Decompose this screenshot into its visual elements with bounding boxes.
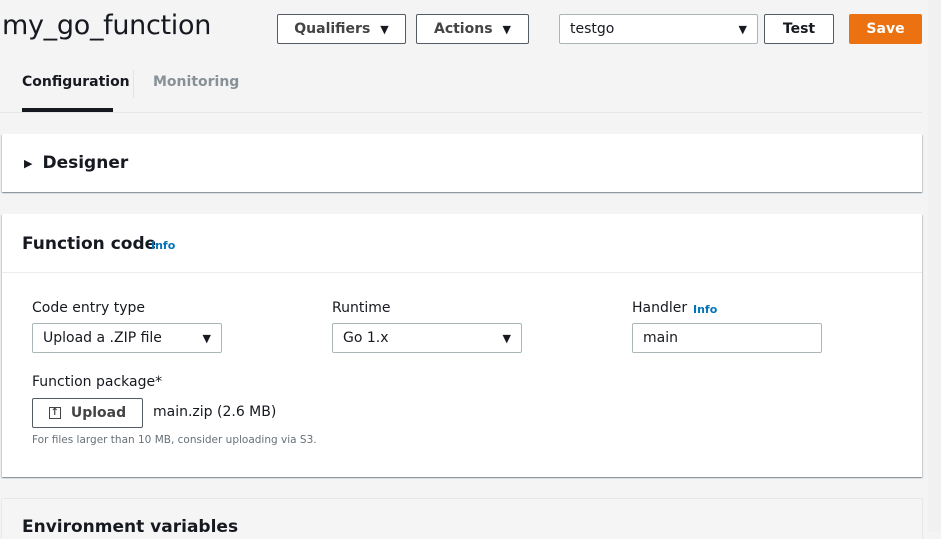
handler-info-link[interactable]: Info [693, 303, 717, 316]
qualifiers-label: Qualifiers [294, 21, 371, 37]
code-entry-type-select[interactable]: Upload a .ZIP file ▼ [32, 323, 222, 353]
test-event-value: testgo [570, 21, 615, 37]
handler-label: Handler [632, 300, 688, 316]
runtime-value: Go 1.x [343, 330, 389, 346]
tab-bar: Configuration Monitoring [0, 60, 922, 113]
save-label: Save [866, 21, 905, 37]
function-package-label: Function package* [32, 374, 163, 390]
caret-down-icon: ▼ [738, 22, 747, 36]
designer-toggle[interactable]: ▶ Designer [24, 153, 128, 173]
caret-down-icon: ▼ [202, 331, 211, 345]
caret-right-icon: ▶ [24, 156, 33, 170]
code-entry-type-label: Code entry type [32, 300, 146, 316]
upload-hint: For files larger than 10 MB, consider up… [32, 434, 317, 446]
code-entry-type-value: Upload a .ZIP file [43, 330, 162, 346]
function-code-info-link[interactable]: Info [151, 239, 175, 252]
caret-down-icon: ▼ [380, 22, 389, 36]
function-code-header: Function code Info [2, 214, 922, 273]
handler-input[interactable] [632, 323, 822, 353]
environment-variables-panel: Environment variables [2, 499, 922, 539]
test-label: Test [782, 21, 816, 37]
page-scrollbar[interactable] [928, 0, 941, 532]
function-code-panel: Function code Info Code entry type Uploa… [2, 214, 922, 477]
test-button[interactable]: Test [764, 14, 834, 44]
runtime-select[interactable]: Go 1.x ▼ [332, 323, 522, 353]
actions-dropdown-button[interactable]: Actions ▼ [416, 14, 529, 44]
upload-label: Upload [70, 405, 127, 421]
test-event-select[interactable]: testgo ▼ [559, 14, 758, 44]
designer-title: Designer [42, 153, 129, 173]
actions-label: Actions [433, 21, 493, 37]
uploaded-file-name: main.zip (2.6 MB) [153, 404, 277, 420]
tab-divider [0, 112, 922, 113]
upload-icon: ↑ [48, 407, 61, 419]
upload-button[interactable]: ↑ Upload [32, 398, 143, 428]
caret-down-icon: ▼ [502, 331, 511, 345]
function-code-title: Function code [22, 234, 157, 254]
runtime-label: Runtime [332, 300, 391, 316]
tab-monitoring[interactable]: Monitoring [153, 74, 239, 90]
qualifiers-dropdown-button[interactable]: Qualifiers ▼ [277, 14, 406, 44]
designer-panel: ▶ Designer [2, 134, 922, 192]
save-button[interactable]: Save [849, 14, 922, 44]
tab-configuration[interactable]: Configuration [22, 74, 130, 90]
caret-down-icon: ▼ [502, 22, 511, 36]
tab-separator [133, 70, 134, 98]
environment-variables-title: Environment variables [22, 517, 239, 537]
function-title: my_go_function [2, 10, 212, 41]
